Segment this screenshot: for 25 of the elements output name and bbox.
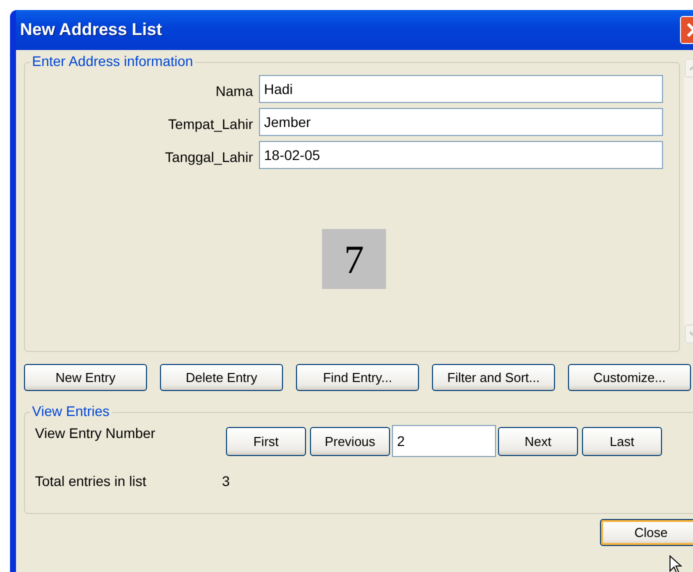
step-badge: 7 <box>322 229 386 289</box>
text-field[interactable]: Jember <box>259 108 663 136</box>
nav-button[interactable]: Last <box>582 426 662 456</box>
text-field[interactable]: 18-02-05 <box>259 141 663 169</box>
nav-button[interactable]: Previous <box>310 426 390 456</box>
field-label: Tanggal_Lahir <box>164 148 253 165</box>
group-title: View Entries <box>30 404 112 419</box>
group-title: Enter Address information <box>30 54 196 69</box>
close-button[interactable]: Close <box>600 519 693 546</box>
entry-number-field[interactable]: 2 <box>392 425 496 457</box>
window-title: New Address List <box>19 20 162 40</box>
action-button[interactable]: Filter and Sort... <box>432 364 555 391</box>
total-entries-label: Total entries in list <box>35 473 148 489</box>
nav-button[interactable]: First <box>226 426 306 456</box>
total-entries-value: 3 <box>222 473 230 489</box>
field-label: Nama <box>214 82 253 99</box>
pointer-icon <box>669 555 683 572</box>
action-button[interactable]: New Entry <box>24 364 147 391</box>
text-field[interactable]: Hadi <box>259 75 663 103</box>
entry-number-label: View Entry Number <box>35 425 156 441</box>
nav-button[interactable]: Next <box>498 426 578 456</box>
action-button[interactable]: Find Entry... <box>296 364 419 391</box>
field-label: Tempat_Lahir <box>167 115 253 132</box>
action-button[interactable]: Delete Entry <box>160 364 283 391</box>
action-button[interactable]: Customize... <box>568 364 691 391</box>
